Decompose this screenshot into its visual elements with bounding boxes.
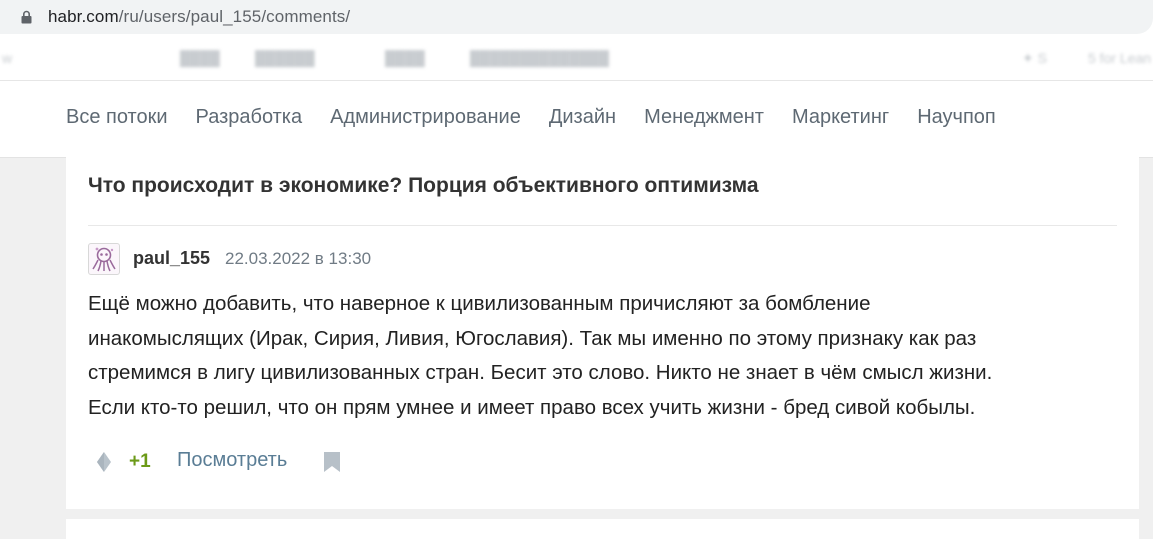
lock-icon[interactable] [20,10,33,24]
nav-item-development[interactable]: Разработка [196,106,303,129]
url-text[interactable]: habr.com/ru/users/paul_155/comments/ [48,7,350,27]
nav-item-design[interactable]: Дизайн [549,106,616,129]
comment-line: инакомыслящих (Ирак, Сирия, Ливия, Югосл… [88,326,977,350]
post-title-link[interactable]: Что происходит в экономике? Порция объек… [88,174,759,198]
comment-line: Если кто-то решил, что он прям умнее и и… [88,395,976,419]
comment-line: Ещё можно добавить, что наверное к цивил… [88,292,871,315]
comment-author[interactable]: paul_155 [133,248,210,269]
comment-text: Ещё можно добавить, что наверное к цивил… [88,287,1128,425]
nav-item-all-flows[interactable]: Все потоки [66,106,168,129]
octopus-avatar-icon [92,247,116,272]
vote-icon[interactable] [94,450,114,474]
comment-line: стремимся в лигу цивилизованных стран. Б… [88,361,993,384]
nav-item-management[interactable]: Менеджмент [644,106,764,129]
url-field[interactable]: habr.com/ru/users/paul_155/comments/ [0,0,1153,34]
nav-item-administration[interactable]: Администрирование [330,106,521,129]
flows-navigation: Все потоки Разработка Администрирование … [0,80,1153,158]
comment-card: Что происходит в экономике? Порция объек… [66,157,1139,509]
blurred-bookmarks-bar: w ████ ██████ ████ ██████████████ ✦ S 5 … [0,36,1153,80]
nav-items: Все потоки Разработка Администрирование … [66,106,1024,129]
comment-datetime[interactable]: 22.03.2022 в 13:30 [225,249,371,269]
browser-address-bar: habr.com/ru/users/paul_155/comments/ [0,0,1153,36]
bookmark-icon[interactable] [322,450,342,474]
nav-item-popsci[interactable]: Научпоп [917,106,996,129]
nav-item-marketing[interactable]: Маркетинг [792,106,889,129]
divider [88,225,1117,226]
url-host: habr.com [48,7,119,26]
next-comment-card [66,519,1139,539]
comment-score: +1 [129,451,151,472]
url-path: /ru/users/paul_155/comments/ [118,7,351,26]
view-comment-link[interactable]: Посмотреть [177,449,287,472]
avatar[interactable] [88,243,120,275]
